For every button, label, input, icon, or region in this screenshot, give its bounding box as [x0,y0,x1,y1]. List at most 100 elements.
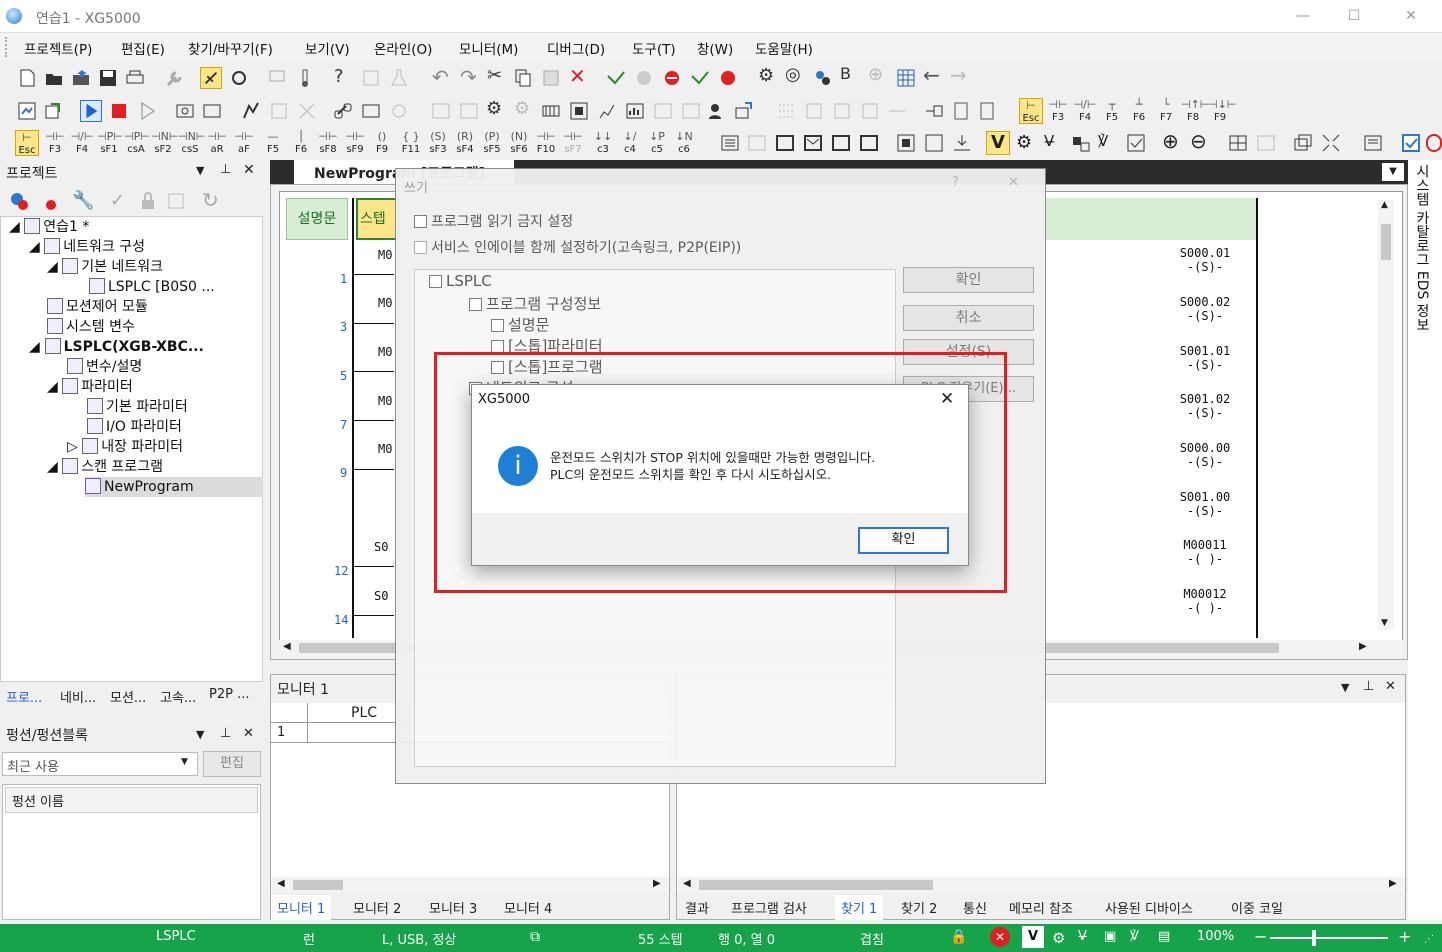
layout-icon[interactable] [1227,132,1249,154]
replace-icon[interactable] [812,67,834,89]
new-file-icon[interactable] [16,67,38,89]
trend-icon[interactable] [596,100,618,122]
tree-new-program[interactable]: NewProgram [85,477,263,497]
comment-icon[interactable] [923,100,945,122]
doc-icon[interactable] [360,67,382,89]
fkey-f9-2[interactable]: ⊣↓⊢ F9 [1208,98,1236,124]
dropdown-icon[interactable]: ▼ [196,728,204,741]
user-settings-icon[interactable] [706,100,728,122]
vertical-scrollbar[interactable]: ▲ ▼ [1378,200,1394,630]
fullscreen-icon[interactable] [1320,132,1342,154]
zoom-track[interactable] [1270,937,1388,939]
monitor-col-plc[interactable]: PLC [351,705,377,721]
scroll-right-icon[interactable]: ▶ [1359,641,1367,652]
view-mail-icon[interactable] [802,132,824,154]
tree-parameters[interactable]: ◢ 파라미터 [47,377,133,397]
tab-highspeed[interactable]: 고속... [160,687,196,706]
reset-icon[interactable] [360,100,382,122]
tree-internal-param[interactable]: ▷ 내장 파라미터 [67,437,183,457]
plc-history-icon[interactable] [201,100,223,122]
contact-label[interactable]: S0 [374,589,388,603]
tab-monitor-3[interactable]: 모니터 3 [429,898,477,917]
fkey-af[interactable]: ⊣⊢ aF [232,130,256,156]
tree-project-root[interactable]: ◢ 연습1 * [9,217,89,237]
write-cancel-button[interactable]: 취소 [903,305,1034,331]
desc-column-button[interactable]: 설명문 [286,198,348,240]
label-icon[interactable] [950,100,972,122]
tree-network-config[interactable]: ◢ 네트워크 구성 [29,237,145,257]
menu-debug[interactable]: 디버그(D) [547,38,605,58]
run-icon[interactable] [80,100,102,122]
tab-monitor-1[interactable]: 모니터 1 [271,895,332,920]
link-icon[interactable] [332,100,354,122]
undo-icon[interactable]: ↶ [432,65,449,89]
function-name-header[interactable]: 펑션 이름 [5,787,258,813]
module-icon[interactable] [540,100,562,122]
fkey-sf6[interactable]: (N) sF6 [507,130,531,156]
project-open-icon[interactable] [70,67,92,89]
zoom-thumb[interactable] [1312,930,1316,946]
service-enable-checkbox[interactable]: 서비스 인에이블 함께 설정하기(고속링크, P2P(EIP)) [414,237,741,257]
tree-motion-module[interactable]: 모션제어 모듈 [47,297,148,317]
contact-label[interactable]: M0 [378,248,392,262]
coil-cell[interactable]: S001.00 -(S)- [1175,490,1235,518]
dev-edit-icon[interactable] [458,100,480,122]
side-tab-catalog[interactable]: 시스템 카탈로그 EDS 정보 [1412,164,1432,332]
find-icon[interactable]: ◎ [785,64,801,85]
fkey-c3[interactable]: ↓↓ c3 [591,130,615,156]
tab-motion[interactable]: 모션... [110,687,146,706]
coil-cell[interactable]: M00012 -( )- [1175,587,1235,615]
gear-disabled-icon[interactable]: ⚙ [514,98,530,119]
menu-monitor[interactable]: 모니터(M) [459,38,518,58]
contact-label[interactable]: S0 [374,540,388,554]
output-comment-icon[interactable] [977,100,999,122]
var-icon[interactable]: V̶ [1078,929,1087,944]
red-circle-icon[interactable] [1426,134,1442,152]
scroll-right-icon[interactable]: ▶ [653,878,661,889]
scroll-down-icon[interactable]: ▼ [1381,618,1388,628]
replace-text-icon[interactable]: B [840,64,851,83]
fkey-sf8[interactable]: ⊣⊢ sF8 [316,130,340,156]
dev-monitor-icon[interactable] [430,100,452,122]
tab-result[interactable]: 결과 [685,898,709,917]
stop-icon[interactable] [108,100,130,122]
scroll-up-icon[interactable]: ▲ [1381,200,1388,210]
contact-label[interactable]: M0 [378,345,392,359]
tab-monitor-4[interactable]: 모니터 4 [504,898,552,917]
scroll-left-icon[interactable]: ◀ [277,878,285,889]
tree-basic-param[interactable]: 기본 파라미터 [87,397,188,417]
v-icon[interactable]: V [986,131,1010,155]
thermometer-icon[interactable] [294,67,316,89]
check-red2-icon[interactable] [36,190,58,212]
tab-project[interactable]: 프로... [6,687,42,706]
coil-cell[interactable]: S000.00 -(S)- [1175,441,1235,469]
result-hscroll[interactable]: ◀ ▶ [677,877,1405,893]
view-comment-icon[interactable] [858,132,880,154]
zoom-out-icon[interactable]: ⊖ [1190,129,1207,153]
write-ok-button[interactable]: 확인 [903,267,1034,293]
device-icon[interactable] [1070,132,1092,154]
tree-io-param[interactable]: I/O 파라미터 [87,417,182,437]
cut-icon[interactable]: ✂ [487,65,502,86]
help-icon[interactable]: ? [952,175,959,190]
disconnect-icon[interactable] [228,67,250,89]
read-protect-checkbox[interactable]: 프로그램 읽기 금지 설정 [414,211,573,231]
view-list-icon[interactable] [719,132,741,154]
copy-icon[interactable] [512,67,534,89]
resize-grip-icon[interactable]: ⋰ [1424,934,1434,945]
write-tree-program-config[interactable]: 프로그램 구성정보 [469,293,601,314]
fkey-sf5[interactable]: (P) sF5 [480,130,504,156]
function-combo[interactable]: 최근 사용 ▼ [2,752,198,776]
write-tree-lsplc[interactable]: LSPLC [429,272,492,290]
chart-icon[interactable] [624,100,646,122]
tab-list-icon[interactable]: ▼ [1382,163,1404,181]
fkey-f6[interactable]: │ F6 [289,130,313,156]
fkey-c4[interactable]: ↓/c4 [618,130,642,156]
fkey-sf4[interactable]: (R) sF4 [453,130,477,156]
check-icon[interactable]: ✓ [110,190,125,211]
paste-icon[interactable] [540,67,562,89]
scroll-thumb[interactable] [1381,224,1391,260]
v-icon[interactable]: V [1022,926,1044,948]
tree-scan-program[interactable]: ◢ 스캔 프로그램 [47,457,163,477]
function-edit-button[interactable]: 편집 [203,751,261,777]
